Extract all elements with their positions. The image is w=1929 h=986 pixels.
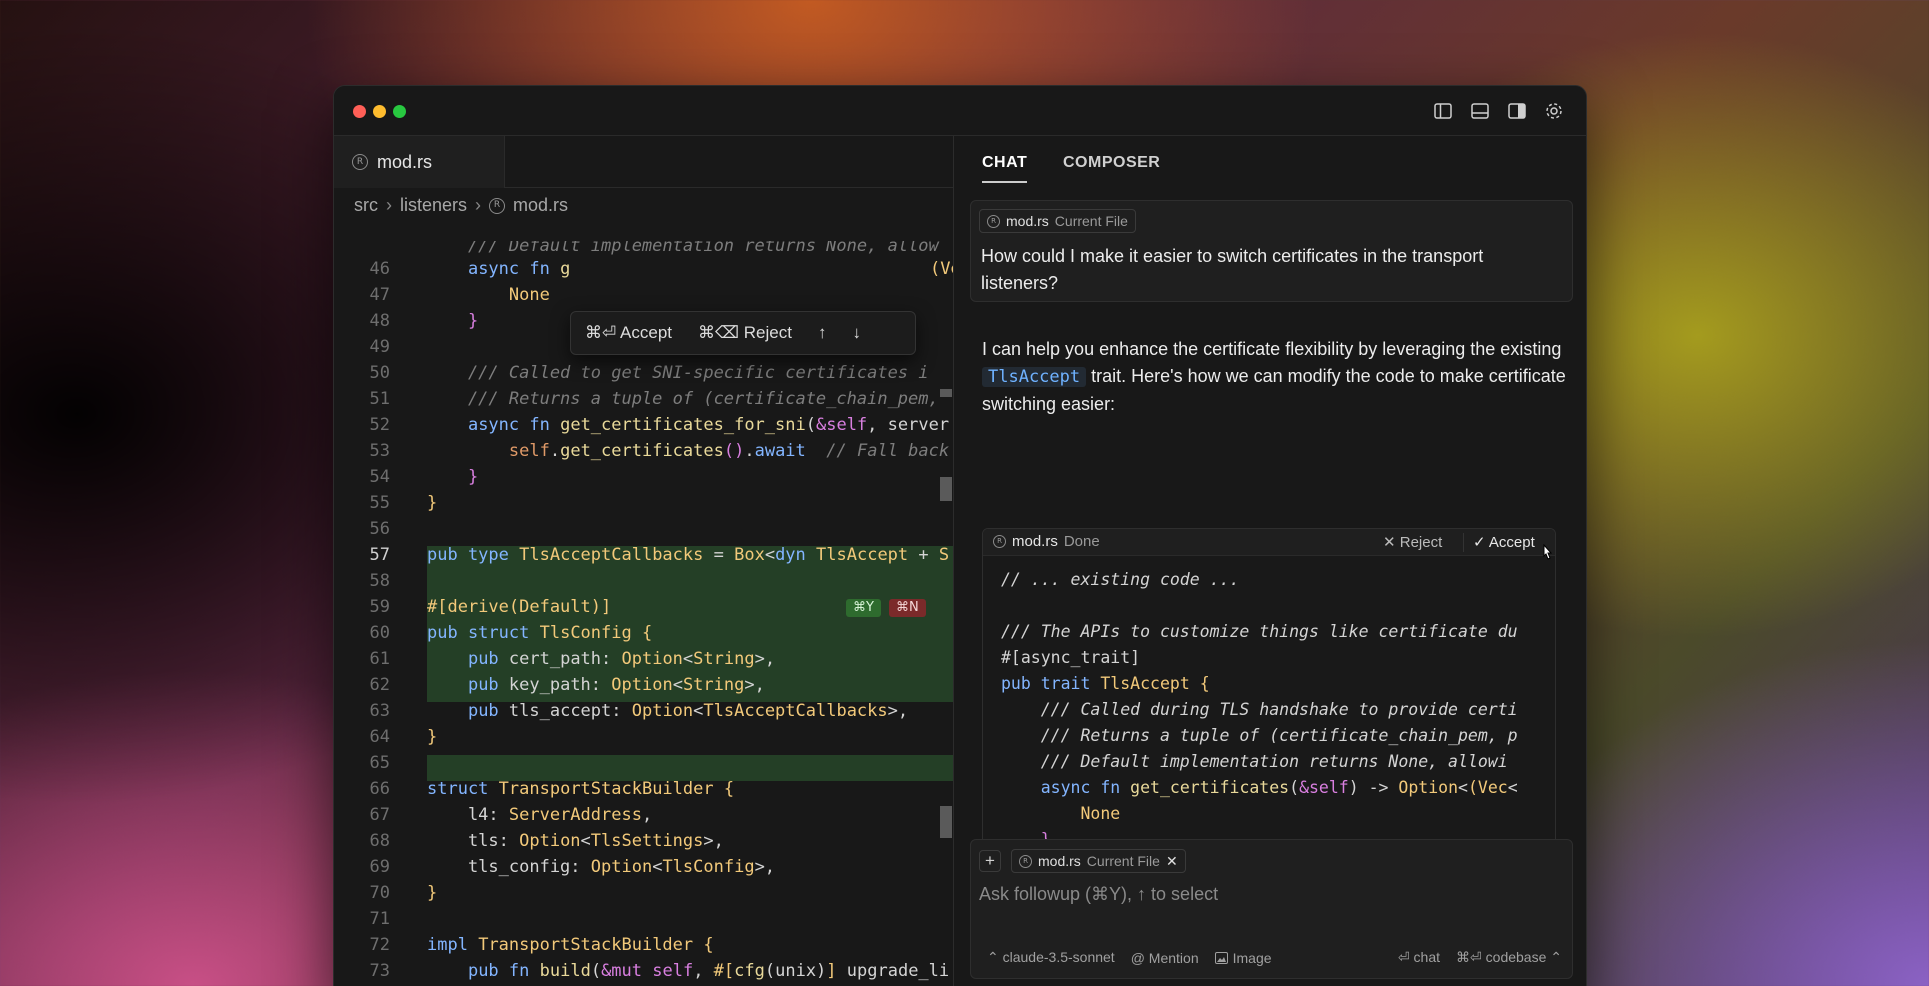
line-number: 49: [369, 337, 390, 357]
divider: [1463, 533, 1464, 552]
followup-input-placeholder[interactable]: Ask followup (⌘Y), ↑ to select: [979, 884, 1218, 905]
line-number: 51: [369, 389, 390, 409]
sidebar-right-icon[interactable]: [1506, 100, 1528, 122]
gear-icon[interactable]: [1543, 100, 1565, 122]
mention-button[interactable]: @ Mention: [1131, 950, 1199, 966]
line-number: 61: [369, 649, 390, 669]
line-number: 67: [369, 805, 390, 825]
line-number: 46: [369, 259, 390, 279]
chat-panel: CHAT COMPOSER R mod.rs Current File How …: [953, 136, 1586, 986]
rust-file-icon: R: [993, 535, 1006, 548]
panel-bottom-icon[interactable]: [1469, 100, 1491, 122]
title-bar: [334, 86, 1586, 136]
line-number: 62: [369, 675, 390, 695]
rust-file-icon: R: [352, 154, 368, 170]
user-message[interactable]: R mod.rs Current File How could I make i…: [970, 200, 1573, 302]
line-number: 72: [369, 935, 390, 955]
tab-composer[interactable]: COMPOSER: [1063, 154, 1160, 172]
active-line-number: 57: [369, 545, 390, 565]
line-number: 60: [369, 623, 390, 643]
chip-file-name: mod.rs: [1006, 213, 1049, 229]
code-block-file: R mod.rs Done: [993, 533, 1100, 550]
code-block-status: Done: [1063, 533, 1100, 550]
inline-diff-toolbar: ⌘⏎ Accept ⌘⌫ Reject ↑ ↓: [570, 311, 916, 355]
line-number: 68: [369, 831, 390, 851]
tab-label: mod.rs: [377, 151, 433, 172]
reject-diff-button[interactable]: ⌘⌫ Reject: [698, 323, 792, 343]
line-number: 52: [369, 415, 390, 435]
assistant-message: I can help you enhance the certificate f…: [982, 336, 1572, 418]
close-window-button[interactable]: [353, 105, 366, 118]
context-file-chip[interactable]: R mod.rs Current File ✕: [1011, 849, 1186, 873]
line-number: 54: [369, 467, 390, 487]
line-number: 69: [369, 857, 390, 877]
line-number: 59: [369, 597, 390, 617]
accept-hunk-badge[interactable]: ⌘Y: [846, 599, 881, 617]
breadcrumb-listeners[interactable]: listeners: [400, 195, 467, 216]
rust-file-icon: R: [1019, 854, 1032, 868]
chip-context-label: Current File: [1086, 853, 1160, 869]
line-number: 55: [369, 493, 390, 513]
scrollbar-marker: [940, 389, 952, 397]
tab-mod-rs[interactable]: R mod.rs: [334, 136, 505, 188]
editor-tab-bar: R mod.rs: [334, 136, 953, 188]
chip-file-name: mod.rs: [1038, 853, 1081, 869]
line-number: 53: [369, 441, 390, 461]
followup-input-box[interactable]: + R mod.rs Current File ✕ Ask followup (…: [970, 839, 1573, 979]
rust-file-icon: R: [987, 214, 1000, 228]
reject-hunk-badge[interactable]: ⌘N: [889, 599, 926, 617]
line-number: 47: [369, 285, 390, 305]
context-file-chip[interactable]: R mod.rs Current File: [979, 209, 1136, 233]
line-number: 63: [369, 701, 390, 721]
line-number: 65: [369, 753, 390, 773]
submit-codebase-button[interactable]: ⌘⏎ codebase ⌃: [1456, 949, 1562, 966]
line-number: 58: [369, 571, 390, 591]
chip-context-label: Current File: [1054, 213, 1128, 229]
scrollbar-marker: [940, 477, 952, 501]
user-message-text: How could I make it easier to switch cer…: [981, 246, 1484, 293]
previous-change-button[interactable]: ↑: [818, 323, 827, 343]
chevron-right-icon: ›: [386, 195, 392, 215]
line-number: 50: [369, 363, 390, 383]
next-change-button[interactable]: ↓: [852, 323, 861, 343]
line-number: 71: [369, 909, 390, 929]
line-number: 73: [369, 961, 390, 981]
sidebar-left-icon[interactable]: [1432, 100, 1454, 122]
chevron-right-icon: ›: [475, 195, 482, 215]
close-icon[interactable]: ✕: [1166, 853, 1178, 870]
rust-file-icon: R: [489, 197, 506, 214]
line-number: 56: [369, 519, 390, 539]
model-selector[interactable]: ⌃ claude-3.5-sonnet: [987, 949, 1115, 966]
line-number: 70: [369, 883, 390, 903]
editor-window: R mod.rs src › listeners › R mod.rs /// …: [333, 85, 1587, 986]
tab-chat[interactable]: CHAT: [982, 154, 1028, 183]
code-block-header: R mod.rs Done ✕ Reject ✓ Accept: [983, 529, 1555, 560]
breadcrumb: src › listeners › R mod.rs: [354, 195, 568, 216]
assistant-text-1: I can help you enhance the certificate f…: [982, 339, 1562, 359]
breadcrumb-file[interactable]: mod.rs: [513, 195, 568, 216]
line-number: 66: [369, 779, 390, 799]
image-button-label: Image: [1232, 949, 1272, 966]
code-editor[interactable]: R mod.rs src › listeners › R mod.rs /// …: [334, 136, 953, 986]
mouse-pointer-icon: [1543, 544, 1553, 560]
minimize-window-button[interactable]: [373, 105, 386, 118]
line-number: 64: [369, 727, 390, 747]
add-context-button[interactable]: +: [979, 850, 1001, 872]
submit-chat-button[interactable]: ⏎ chat: [1398, 949, 1440, 966]
maximize-window-button[interactable]: [393, 105, 406, 118]
reject-code-button[interactable]: ✕ Reject: [1383, 533, 1442, 551]
code-block-file-name[interactable]: mod.rs: [1012, 533, 1058, 550]
line-number: 48: [369, 311, 390, 331]
breadcrumb-src[interactable]: src: [354, 195, 378, 216]
scrollbar-thumb[interactable]: [940, 806, 952, 838]
inline-code: TlsAccept: [982, 367, 1087, 387]
input-toolbar: ⌃ claude-3.5-sonnet @ Mention Image ⏎ ch…: [987, 949, 1562, 966]
image-button[interactable]: Image: [1214, 949, 1272, 966]
accept-diff-button[interactable]: ⌘⏎ Accept: [585, 323, 672, 343]
image-icon: [1214, 951, 1228, 964]
accept-code-button[interactable]: ✓ Accept: [1473, 533, 1535, 551]
